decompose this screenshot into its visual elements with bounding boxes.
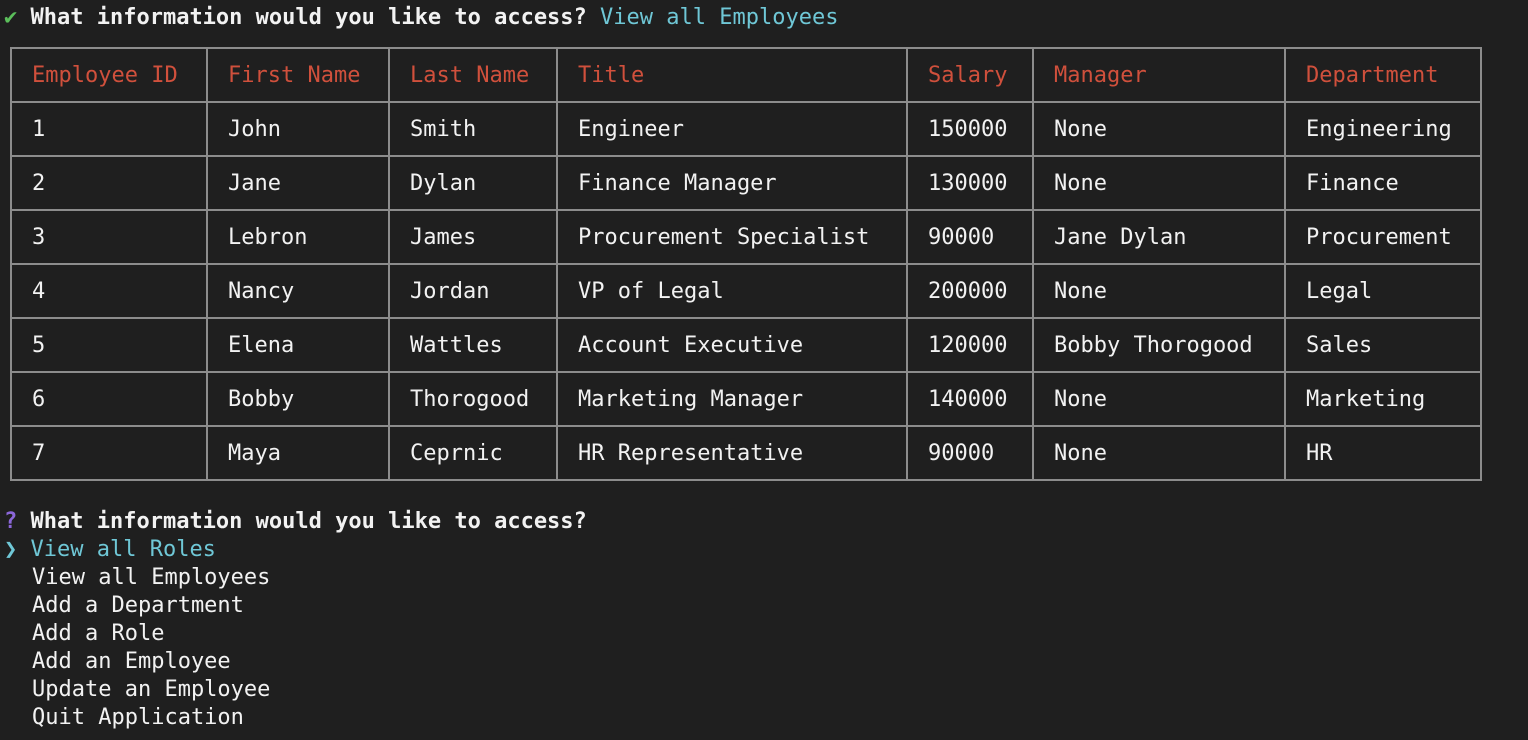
table-cell: Jane Dylan bbox=[1032, 209, 1286, 265]
table-cell: Maya bbox=[206, 425, 390, 481]
table-cell: Procurement bbox=[1284, 209, 1482, 265]
table-cell: VP of Legal bbox=[556, 263, 908, 319]
table-cell: John bbox=[206, 101, 390, 157]
table-cell: 140000 bbox=[906, 371, 1034, 427]
table-cell: None bbox=[1032, 263, 1286, 319]
table-row: 6 Bobby Thorogood Marketing Manager 1400… bbox=[10, 371, 1482, 427]
table-cell: 120000 bbox=[906, 317, 1034, 373]
table-cell: Finance bbox=[1284, 155, 1482, 211]
table-cell: None bbox=[1032, 155, 1286, 211]
table-cell: HR bbox=[1284, 425, 1482, 481]
table-cell: 150000 bbox=[906, 101, 1034, 157]
table-cell: Marketing Manager bbox=[556, 371, 908, 427]
table-row: 4 Nancy Jordan VP of Legal 200000 None L… bbox=[10, 263, 1482, 319]
table-cell: 130000 bbox=[906, 155, 1034, 211]
table-cell: Jordan bbox=[388, 263, 558, 319]
table-cell: Account Executive bbox=[556, 317, 908, 373]
prompt-answer: View all Employees bbox=[600, 5, 839, 30]
question-mark-icon: ? bbox=[4, 509, 18, 534]
prompt-question: What information would you like to acces… bbox=[30, 5, 587, 30]
table-cell: Elena bbox=[206, 317, 390, 373]
table-cell: Engineering bbox=[1284, 101, 1482, 157]
table-cell: 7 bbox=[10, 425, 208, 481]
menu-option-view-all-roles[interactable]: ❯ View all Roles bbox=[4, 536, 216, 564]
table-cell: 6 bbox=[10, 371, 208, 427]
pointer-icon: ❯ bbox=[4, 537, 18, 562]
table-cell: Dylan bbox=[388, 155, 558, 211]
table-cell: 90000 bbox=[906, 425, 1034, 481]
table-cell: None bbox=[1032, 101, 1286, 157]
table-cell: HR Representative bbox=[556, 425, 908, 481]
table-cell: Jane bbox=[206, 155, 390, 211]
column-header: Salary bbox=[906, 47, 1034, 103]
table-cell: Finance Manager bbox=[556, 155, 908, 211]
table-cell: Legal bbox=[1284, 263, 1482, 319]
answered-prompt: ✔ What information would you like to acc… bbox=[4, 4, 838, 32]
menu-option-update-employee[interactable]: Update an Employee bbox=[32, 676, 270, 704]
table-cell: 4 bbox=[10, 263, 208, 319]
menu-option-add-employee[interactable]: Add an Employee bbox=[32, 648, 231, 676]
table-cell: 200000 bbox=[906, 263, 1034, 319]
column-header: Title bbox=[556, 47, 908, 103]
table-cell: James bbox=[388, 209, 558, 265]
column-header: Last Name bbox=[388, 47, 558, 103]
table-cell: Thorogood bbox=[388, 371, 558, 427]
table-row: 7 Maya Ceprnic HR Representative 90000 N… bbox=[10, 425, 1482, 481]
table-cell: Nancy bbox=[206, 263, 390, 319]
table-cell: 3 bbox=[10, 209, 208, 265]
table-cell: Marketing bbox=[1284, 371, 1482, 427]
menu-option-label: View all Roles bbox=[30, 537, 216, 562]
column-header: Department bbox=[1284, 47, 1482, 103]
column-header: First Name bbox=[206, 47, 390, 103]
table-cell: 2 bbox=[10, 155, 208, 211]
table-row: 5 Elena Wattles Account Executive 120000… bbox=[10, 317, 1482, 373]
table-cell: Bobby Thorogood bbox=[1032, 317, 1286, 373]
table-row: 2 Jane Dylan Finance Manager 130000 None… bbox=[10, 155, 1482, 211]
table-cell: 5 bbox=[10, 317, 208, 373]
table-row: 3 Lebron James Procurement Specialist 90… bbox=[10, 209, 1482, 265]
menu-option-add-role[interactable]: Add a Role bbox=[32, 620, 164, 648]
checkmark-icon: ✔ bbox=[4, 5, 18, 30]
menu-option-add-department[interactable]: Add a Department bbox=[32, 592, 244, 620]
active-prompt: ? What information would you like to acc… bbox=[4, 508, 587, 536]
table-cell: Procurement Specialist bbox=[556, 209, 908, 265]
table-cell: Sales bbox=[1284, 317, 1482, 373]
table-cell: Bobby bbox=[206, 371, 390, 427]
table-row: 1 John Smith Engineer 150000 None Engine… bbox=[10, 101, 1482, 157]
table-header-row: Employee ID First Name Last Name Title S… bbox=[10, 47, 1482, 103]
table-cell: 1 bbox=[10, 101, 208, 157]
menu-option-quit-application[interactable]: Quit Application bbox=[32, 704, 244, 732]
prompt-question: What information would you like to acces… bbox=[30, 509, 587, 534]
table-cell: Engineer bbox=[556, 101, 908, 157]
table-cell: None bbox=[1032, 425, 1286, 481]
column-header: Manager bbox=[1032, 47, 1286, 103]
table-cell: Wattles bbox=[388, 317, 558, 373]
table-cell: Lebron bbox=[206, 209, 390, 265]
employee-table: Employee ID First Name Last Name Title S… bbox=[10, 47, 1482, 481]
menu-option-view-all-employees[interactable]: View all Employees bbox=[32, 564, 270, 592]
column-header: Employee ID bbox=[10, 47, 208, 103]
table-cell: None bbox=[1032, 371, 1286, 427]
table-cell: Smith bbox=[388, 101, 558, 157]
table-cell: Ceprnic bbox=[388, 425, 558, 481]
table-cell: 90000 bbox=[906, 209, 1034, 265]
